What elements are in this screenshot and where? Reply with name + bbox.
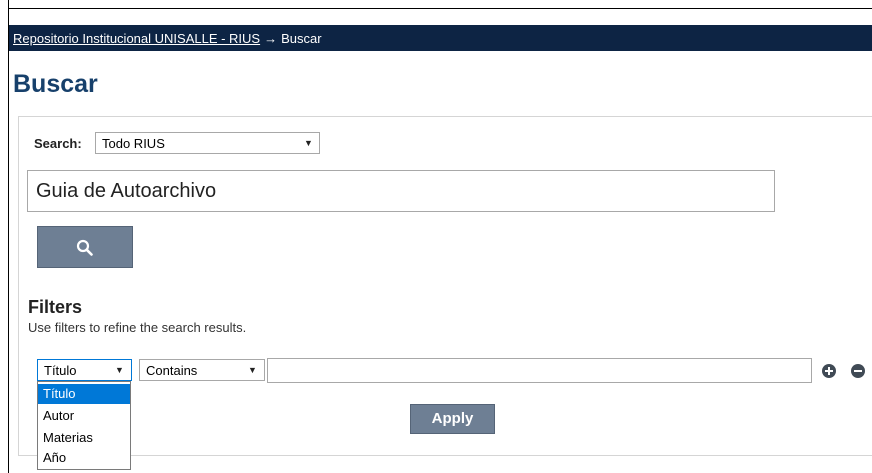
breadcrumb-home-link[interactable]: Repositorio Institucional UNISALLE - RIU… (13, 31, 260, 46)
filters-help-text: Use filters to refine the search results… (28, 320, 247, 335)
search-button[interactable] (37, 226, 133, 268)
apply-button[interactable]: Apply (410, 404, 495, 434)
window-frame-left (8, 0, 9, 473)
filter-field-value: Título (44, 363, 77, 378)
dropdown-option-ano[interactable]: Año (38, 448, 130, 468)
top-navigation-bar: Repositorio Institucional UNISALLE - RIU… (9, 25, 872, 51)
filter-value-input[interactable] (267, 358, 812, 383)
chevron-down-icon: ▼ (248, 365, 257, 375)
filter-field-dropdown: Título Autor Materias Año (37, 381, 131, 470)
search-scope-label: Search: (34, 136, 82, 151)
search-icon (76, 239, 93, 256)
search-scope-select[interactable]: Todo RIUS ▼ (95, 132, 320, 154)
filters-heading: Filters (28, 297, 83, 317)
breadcrumb-separator: → (264, 31, 278, 46)
filter-field-select[interactable]: Título ▼ (37, 359, 132, 381)
page-title: Buscar (13, 70, 98, 98)
search-scope-value: Todo RIUS (102, 136, 165, 151)
chevron-down-icon: ▼ (115, 365, 124, 375)
dropdown-option-titulo[interactable]: Título (38, 384, 130, 404)
plus-circle-icon[interactable] (822, 364, 836, 378)
filter-operator-value: Contains (146, 363, 198, 378)
minus-circle-icon[interactable] (851, 364, 865, 378)
search-input-value: Guia de Autoarchivo (36, 180, 217, 202)
dropdown-option-materias[interactable]: Materias (38, 428, 130, 448)
chevron-down-icon: ▼ (304, 138, 313, 148)
breadcrumb: Repositorio Institucional UNISALLE - RIU… (13, 31, 322, 46)
dropdown-option-autor[interactable]: Autor (38, 406, 130, 426)
breadcrumb-current: Buscar (281, 31, 322, 46)
filter-operator-select[interactable]: Contains ▼ (139, 359, 265, 381)
search-input[interactable]: Guia de Autoarchivo (27, 170, 775, 212)
window-frame-top (8, 8, 872, 9)
